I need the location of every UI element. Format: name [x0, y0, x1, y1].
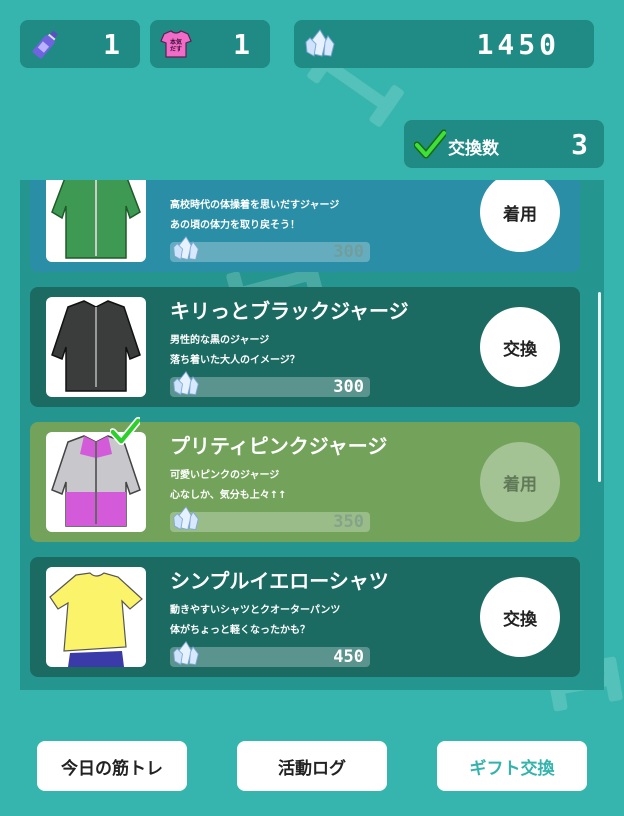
activity-log-button[interactable]: 活動ログ	[237, 741, 387, 791]
check-icon	[109, 416, 142, 450]
crystal-icon	[172, 639, 200, 673]
black-jersey-image	[46, 297, 146, 397]
bottle-count: 1	[103, 28, 122, 61]
scrollbar[interactable]	[598, 292, 601, 482]
shirt-counter: 本気 だす 1	[150, 20, 270, 68]
green-jersey-image	[46, 180, 146, 262]
bottle-counter: 1	[20, 20, 140, 68]
item-description: 動きやすいシャツとクオーターパンツ 体がちょっと軽くなったかも？	[170, 605, 341, 636]
water-bottle-icon	[30, 28, 62, 60]
pink-shirt-icon: 本気 だす	[160, 28, 192, 60]
list-item[interactable]: 高校時代の体操着を思いだすジャージ あの頃の体力を取り戻そう！ 300 着用	[30, 180, 580, 272]
item-price: 300	[333, 377, 364, 397]
item-price: 300	[333, 242, 364, 262]
price-bar: 350	[170, 505, 370, 532]
price-bar: 300	[170, 370, 370, 397]
exchange-button[interactable]: 交換	[480, 307, 560, 387]
item-name: キリっとブラックジャージ	[170, 299, 409, 323]
price-bar: 450	[170, 640, 370, 667]
exchange-count-box: 交換数 3	[404, 120, 604, 168]
list-item[interactable]: キリっとブラックジャージ 男性的な黒のジャージ 落ち着いた大人のイメージ？ 30…	[30, 287, 580, 407]
crystal-icon	[304, 28, 336, 60]
exchange-count-value: 3	[571, 128, 588, 161]
training-button[interactable]: 今日の筋トレ	[37, 741, 187, 791]
gem-counter: 1450	[294, 20, 594, 68]
list-item[interactable]: プリティピンクジャージ 可愛いピンクのジャージ 心なしか、気分も上々↑↑ 350…	[30, 416, 580, 542]
yellow-shirt-image	[46, 567, 146, 667]
item-price: 350	[333, 512, 364, 532]
svg-text:だす: だす	[170, 45, 182, 53]
shirt-count: 1	[233, 28, 252, 61]
svg-text:本気: 本気	[170, 38, 182, 46]
wear-button[interactable]: 着用	[480, 180, 560, 252]
check-icon	[413, 128, 448, 164]
exchange-button[interactable]: 交換	[480, 577, 560, 657]
item-price: 450	[333, 647, 364, 667]
item-description: 男性的な黒のジャージ 落ち着いた大人のイメージ？	[170, 335, 300, 366]
crystal-icon	[172, 369, 200, 403]
item-description: 高校時代の体操着を思いだすジャージ あの頃の体力を取り戻そう！	[170, 200, 340, 231]
gem-count: 1450	[476, 28, 560, 61]
item-name: プリティピンクジャージ	[170, 434, 388, 458]
crystal-icon	[172, 504, 200, 538]
item-list[interactable]: 高校時代の体操着を思いだすジャージ あの頃の体力を取り戻そう！ 300 着用 キ…	[20, 180, 604, 690]
wear-button[interactable]: 着用	[480, 442, 560, 522]
item-name: シンプルイエローシャツ	[170, 569, 389, 593]
crystal-icon	[172, 234, 200, 268]
list-item[interactable]: シンプルイエローシャツ 動きやすいシャツとクオーターパンツ 体がちょっと軽くなっ…	[30, 557, 580, 677]
gift-exchange-button[interactable]: ギフト交換	[437, 741, 587, 791]
item-description: 可愛いピンクのジャージ 心なしか、気分も上々↑↑	[170, 470, 287, 501]
exchange-count-label: 交換数	[448, 139, 499, 159]
price-bar: 300	[170, 235, 370, 262]
